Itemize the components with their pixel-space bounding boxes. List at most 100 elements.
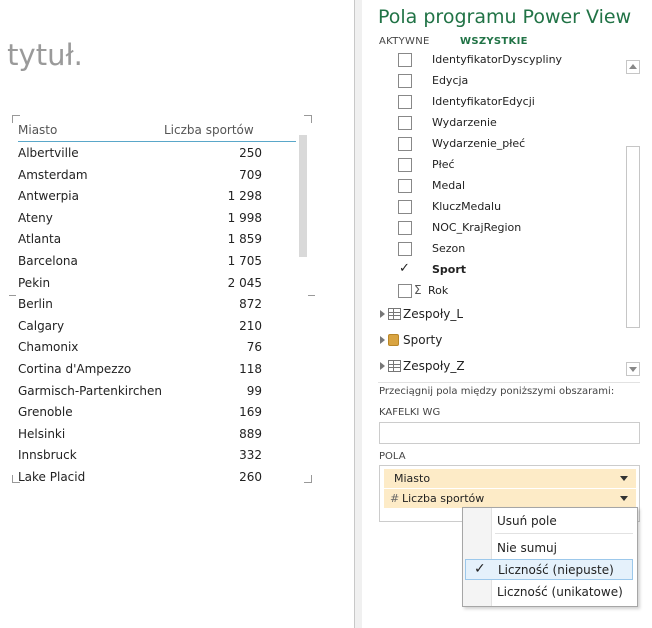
tiles-by-drop-zone[interactable]: [379, 422, 640, 444]
table-visualization[interactable]: Miasto Liczba sportów Albertville 250 Amst…: [9, 115, 315, 483]
table-row[interactable]: Pekin 2 045: [18, 273, 298, 295]
cell-city: Calgary: [18, 318, 65, 333]
field-checkbox[interactable]: [398, 284, 412, 298]
checkmark-icon: ✓: [399, 261, 410, 276]
table-row[interactable]: Antwerpia 1 298: [18, 186, 298, 208]
cell-sport-count: 260: [239, 469, 262, 481]
cell-sport-count: 889: [239, 426, 262, 441]
tab-all[interactable]: WSZYSTKIE: [460, 36, 528, 47]
field-checkbox[interactable]: [398, 242, 412, 256]
field-checkbox[interactable]: [398, 179, 412, 193]
column-header-sport-count[interactable]: Liczba sportów: [164, 123, 254, 137]
dropdown-arrow-icon[interactable]: [620, 476, 628, 481]
cell-city: Antwerpia: [18, 189, 79, 204]
cell-sport-count: 709: [239, 167, 262, 182]
table-scrollbar[interactable]: [299, 135, 307, 257]
field-checkbox[interactable]: ✓: [398, 261, 410, 276]
field-context-menu: Usuń pole Nie sumuj ✓ Liczność (niepuste…: [462, 507, 638, 607]
field-checkbox[interactable]: [398, 137, 412, 151]
field-label: Rok: [428, 284, 449, 297]
cell-sport-count: 1 859: [227, 232, 262, 247]
expand-icon[interactable]: [380, 336, 385, 344]
table-row[interactable]: Cortina d'Ampezzo 118: [18, 359, 298, 381]
field-pill-sport-count[interactable]: # Liczba sportów: [384, 489, 636, 508]
field-list: IdentyfikatorDyscypliny Edycja Identyfikat…: [362, 52, 624, 378]
cell-city: Grenoble: [18, 405, 73, 420]
field-checkbox[interactable]: [398, 158, 412, 172]
field-checkbox[interactable]: [398, 53, 412, 67]
field-list-scrollbar[interactable]: [626, 60, 640, 378]
cell-city: Barcelona: [18, 253, 78, 268]
field-checkbox[interactable]: [398, 74, 412, 88]
field-checkbox[interactable]: [398, 95, 412, 109]
cell-sport-count: 250: [239, 146, 262, 160]
dropdown-arrow-icon[interactable]: [620, 496, 628, 501]
resize-handle-top-right[interactable]: [304, 115, 312, 123]
cell-sport-count: 332: [239, 448, 262, 463]
cell-city: Atlanta: [18, 232, 62, 247]
cell-city: Pekin: [18, 275, 51, 290]
cell-sport-count: 1 998: [227, 210, 262, 225]
table-row[interactable]: Calgary 210: [18, 316, 298, 338]
field-label: Płeć: [432, 158, 455, 171]
table-row[interactable]: Garmisch-Partenkirchen 99: [18, 381, 298, 403]
table-body: Albertville 250 Amsterdam 709 Antwerpia 1 298…: [18, 143, 298, 481]
resize-handle-right[interactable]: [308, 295, 315, 296]
table-row[interactable]: Helsinki 889: [18, 424, 298, 446]
report-canvas: ć tytuł. Miasto Liczba sportów Albertvil…: [0, 0, 355, 628]
scroll-thumb[interactable]: [626, 146, 640, 328]
drag-hint: Przeciągnij pola między poniższymi obsza…: [379, 386, 615, 397]
table-row[interactable]: Barcelona 1 705: [18, 251, 298, 273]
cell-sport-count: 118: [239, 361, 262, 376]
table-row[interactable]: Chamonix 76: [18, 337, 298, 359]
cell-city: Lake Placid: [18, 469, 86, 481]
resize-handle-left[interactable]: [9, 295, 16, 296]
table-row[interactable]: Berlin 872: [18, 294, 298, 316]
field-pill-city[interactable]: Miasto: [384, 469, 636, 488]
numeric-field-icon: #: [390, 492, 400, 505]
cell-sport-count: 76: [246, 340, 262, 355]
expand-icon[interactable]: [380, 362, 385, 370]
field-checkbox[interactable]: [398, 200, 412, 214]
menu-item-remove-field[interactable]: Usuń pole: [465, 511, 633, 531]
table-row[interactable]: Innsbruck 332: [18, 445, 298, 467]
menu-item-count-nonempty[interactable]: ✓ Liczność (niepuste): [465, 559, 633, 580]
table-group-label: Zespoły_Z: [403, 359, 465, 373]
cell-city: Helsinki: [18, 426, 66, 441]
expand-icon[interactable]: [380, 310, 385, 318]
field-label: Edycja: [432, 74, 469, 87]
cell-sport-count: 169: [239, 405, 262, 420]
table-row[interactable]: Amsterdam 709: [18, 165, 298, 187]
table-row[interactable]: Ateny 1 998: [18, 208, 298, 230]
field-checkbox[interactable]: [398, 221, 412, 235]
scroll-up-icon[interactable]: [626, 60, 640, 74]
field-checkbox[interactable]: [398, 116, 412, 130]
table-row[interactable]: Grenoble 169: [18, 402, 298, 424]
database-icon: [388, 334, 399, 346]
title-placeholder[interactable]: ć tytuł.: [0, 38, 83, 72]
menu-item-no-sum[interactable]: Nie sumuj: [465, 538, 633, 558]
resize-handle-bottom-right[interactable]: [304, 475, 312, 483]
table-icon: [388, 308, 401, 320]
field-pill-label: Miasto: [394, 472, 431, 485]
table-row[interactable]: Albertville 250: [18, 143, 298, 165]
table-row[interactable]: Atlanta 1 859: [18, 229, 298, 251]
cell-city: Garmisch-Partenkirchen: [18, 383, 163, 398]
field-label: KluczMedalu: [432, 200, 502, 213]
menu-item-label: Liczność (niepuste): [498, 563, 614, 577]
column-header-city[interactable]: Miasto: [18, 123, 57, 137]
menu-item-label: Usuń pole: [497, 514, 557, 528]
cell-sport-count: 872: [239, 297, 262, 312]
tab-active[interactable]: AKTYWNE: [379, 36, 430, 47]
cell-city: Innsbruck: [18, 448, 77, 463]
cell-sport-count: 99: [246, 383, 262, 398]
field-label: Medal: [432, 179, 466, 192]
scroll-down-icon[interactable]: [626, 362, 640, 376]
table-header: Miasto Liczba sportów: [18, 121, 296, 142]
field-label: IdentyfikatorEdycji: [432, 95, 535, 108]
cell-sport-count: 210: [239, 318, 262, 333]
tiles-by-label: KAFELKI WG: [379, 407, 441, 418]
menu-item-count-unique[interactable]: Liczność (unikatowe): [465, 582, 633, 602]
table-row[interactable]: Lake Placid 260: [18, 467, 298, 481]
field-pill-label: Liczba sportów: [402, 492, 485, 505]
